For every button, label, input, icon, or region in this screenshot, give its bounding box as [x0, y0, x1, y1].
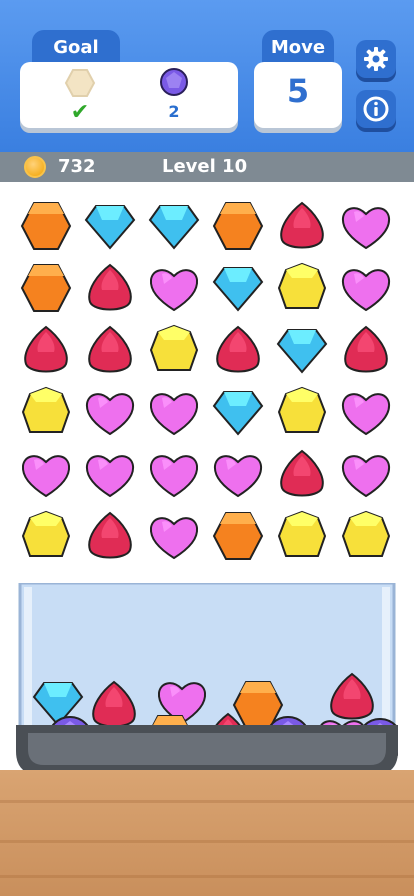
gem-pink[interactable]: [148, 448, 200, 500]
gem-pink[interactable]: [340, 200, 392, 252]
red-gem-icon: [88, 511, 132, 559]
gem-blue[interactable]: [276, 324, 328, 376]
gem-pink[interactable]: [84, 448, 136, 500]
info-button[interactable]: [356, 90, 396, 128]
pink-gem-icon: [85, 455, 135, 498]
gem-pink[interactable]: [340, 262, 392, 314]
yellow-gem-icon: [149, 324, 199, 371]
move-panel: 5: [254, 62, 342, 128]
gem-yellow[interactable]: [20, 510, 72, 562]
gem-yellow[interactable]: [276, 510, 328, 562]
wooden-floor: [0, 770, 414, 896]
gem-pink[interactable]: [148, 386, 200, 438]
pink-gem-icon: [149, 393, 199, 436]
gem-orange[interactable]: [20, 262, 72, 314]
yellow-gem-icon: [21, 510, 71, 557]
orange-gem-icon: [212, 512, 264, 560]
gem-red[interactable]: [20, 324, 72, 376]
gem-board: [0, 194, 414, 566]
red-gem-icon: [280, 201, 324, 249]
yellow-gem-icon: [341, 510, 391, 557]
gem-red[interactable]: [84, 324, 136, 376]
settings-button[interactable]: [356, 40, 396, 78]
gem-pink[interactable]: [148, 262, 200, 314]
orange-gem-icon: [20, 264, 72, 312]
blue-gem-icon: [276, 329, 328, 374]
gem-blue[interactable]: [212, 386, 264, 438]
gear-icon: [364, 47, 388, 71]
gem-orange[interactable]: [20, 200, 72, 252]
gem-yellow[interactable]: [276, 262, 328, 314]
blue-gem-icon: [212, 391, 264, 436]
orange-gem-icon: [20, 202, 72, 250]
gem-red[interactable]: [340, 324, 392, 376]
gem-yellow[interactable]: [276, 386, 328, 438]
yellow-gem-icon: [277, 262, 327, 309]
blue-gem-icon: [212, 267, 264, 312]
gem-orange[interactable]: [212, 510, 264, 562]
pink-gem-icon: [149, 269, 199, 312]
pink-gem-icon: [149, 517, 199, 560]
gem-blue[interactable]: [148, 200, 200, 252]
moves-remaining: 5: [286, 72, 310, 110]
goal-label: Goal: [53, 36, 99, 58]
red-gem-icon: [88, 263, 132, 311]
yellow-gem-icon: [277, 386, 327, 433]
gem-red[interactable]: [276, 200, 328, 252]
gem-blue[interactable]: [212, 262, 264, 314]
red-gem-icon: [88, 325, 132, 373]
goal-panel: ✔ 2: [20, 62, 238, 128]
gem-blue[interactable]: [84, 200, 136, 252]
goal-item-orange: ✔: [60, 68, 100, 124]
collection-jar: [16, 581, 403, 783]
red-gem-icon: [344, 325, 388, 373]
goal-item-purple: 2: [154, 66, 194, 121]
blue-gem-icon: [84, 205, 136, 250]
gem-red[interactable]: [84, 510, 136, 562]
pink-gem-icon: [149, 455, 199, 498]
gem-pink[interactable]: [20, 448, 72, 500]
jar-graphic: [16, 581, 403, 775]
move-tab: Move: [262, 30, 334, 64]
hexagon-gem-icon: [64, 69, 96, 97]
gem-pink[interactable]: [212, 448, 264, 500]
pink-gem-icon: [341, 393, 391, 436]
gem-red[interactable]: [276, 448, 328, 500]
gem-pink[interactable]: [340, 448, 392, 500]
red-gem-icon: [280, 449, 324, 497]
gem-pink[interactable]: [148, 510, 200, 562]
purple-gem-icon: [160, 68, 188, 96]
pink-gem-icon: [21, 455, 71, 498]
red-gem-icon: [24, 325, 68, 373]
pink-gem-icon: [341, 455, 391, 498]
goal-count: 2: [168, 102, 180, 121]
pink-gem-icon: [213, 455, 263, 498]
info-icon: [363, 96, 389, 122]
pink-gem-icon: [85, 393, 135, 436]
move-label: Move: [270, 36, 326, 58]
gem-yellow[interactable]: [148, 324, 200, 376]
gem-red[interactable]: [84, 262, 136, 314]
status-bar: 732 Level 10: [0, 152, 414, 182]
blue-gem-icon: [148, 205, 200, 250]
yellow-gem-icon: [277, 510, 327, 557]
orange-gem-icon: [212, 202, 264, 250]
top-bar: Goal Move ✔ 2 5: [0, 0, 414, 152]
pink-gem-icon: [341, 269, 391, 312]
coin-count: 732: [58, 156, 96, 177]
gem-orange[interactable]: [212, 200, 264, 252]
coin-icon: [24, 156, 46, 178]
goal-tab: Goal: [32, 30, 120, 64]
gem-red[interactable]: [212, 324, 264, 376]
yellow-gem-icon: [21, 386, 71, 433]
checkmark-icon: ✔: [70, 100, 90, 125]
red-gem-icon: [216, 325, 260, 373]
gem-yellow[interactable]: [20, 386, 72, 438]
gem-pink[interactable]: [84, 386, 136, 438]
pink-gem-icon: [341, 207, 391, 250]
gem-pink[interactable]: [340, 386, 392, 438]
gem-yellow[interactable]: [340, 510, 392, 562]
level-label: Level 10: [162, 156, 248, 177]
